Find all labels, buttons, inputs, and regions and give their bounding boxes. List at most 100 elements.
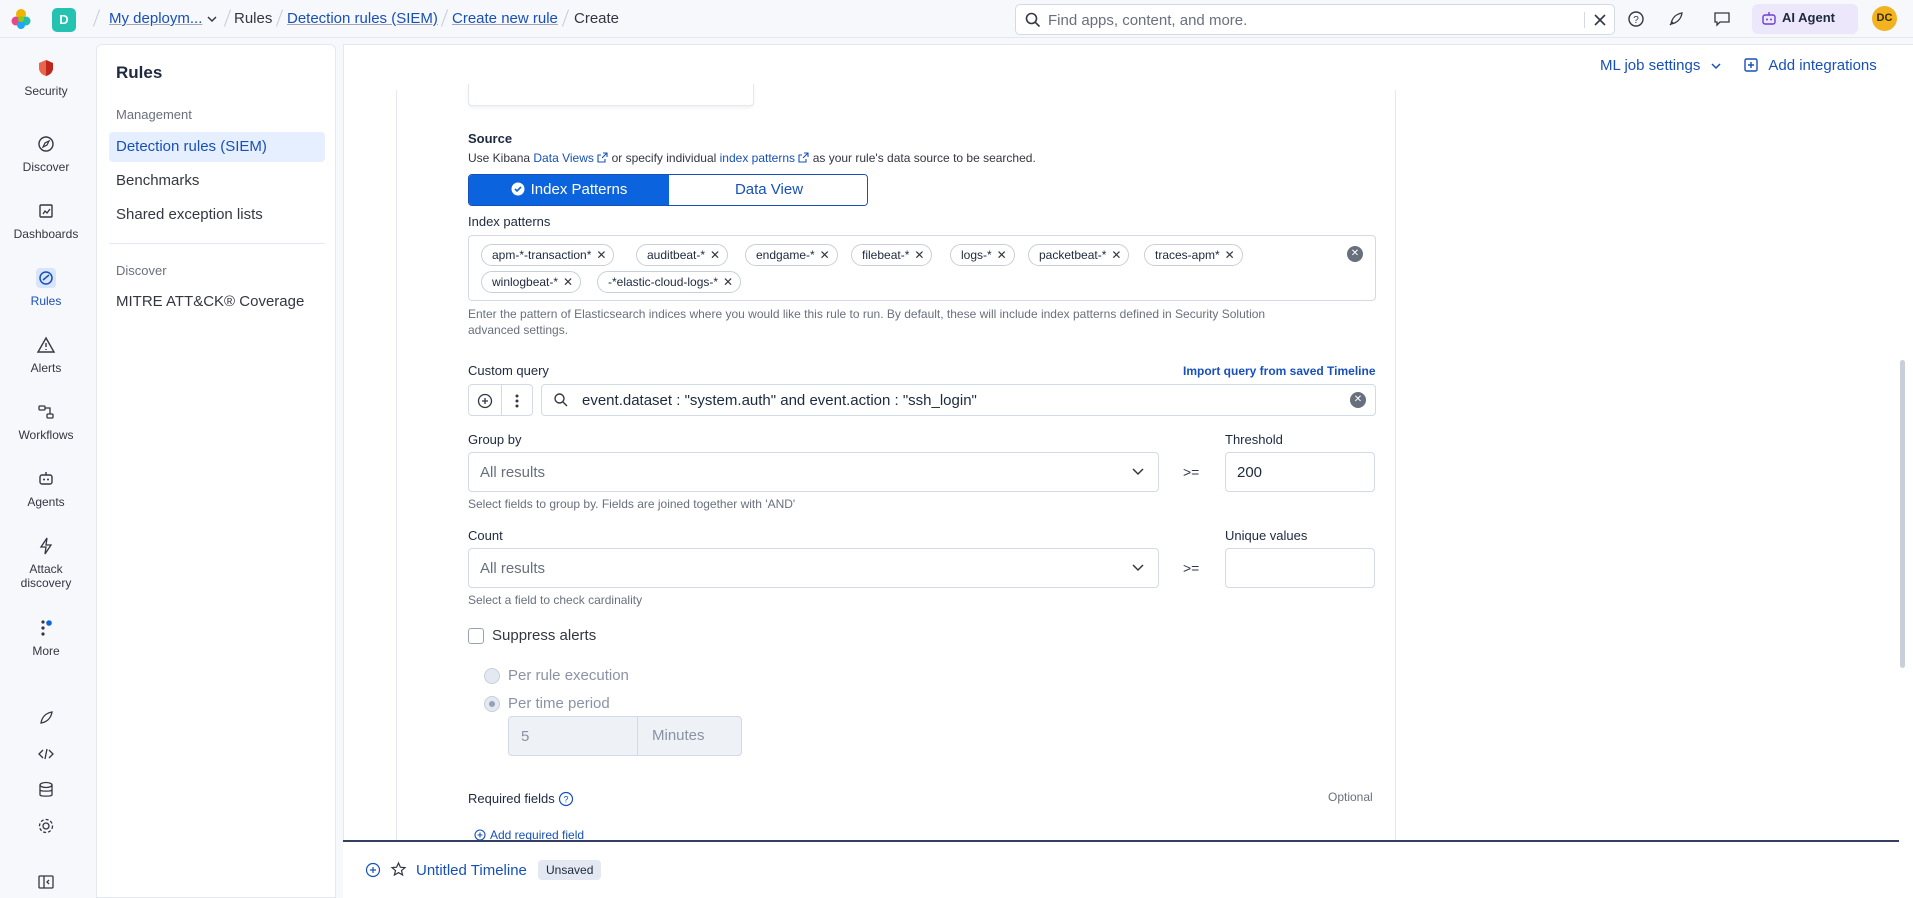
help-icon[interactable]: ? [1626,9,1646,29]
breadcrumb-separator [92,9,101,27]
group-by-placeholder: All results [480,464,546,481]
nav-alerts[interactable]: Alerts [0,335,92,375]
code-icon[interactable] [36,744,56,764]
warning-triangle-icon [36,335,56,355]
duration-unit-select[interactable]: Minutes [637,717,743,755]
global-search-input[interactable]: Find apps, content, and more. [1015,4,1615,35]
optional-label: Optional [1328,790,1373,804]
user-avatar[interactable]: DC [1872,6,1897,31]
nav-discover[interactable]: Discover [0,134,92,174]
remove-pill-icon[interactable]: ✕ [820,245,830,265]
query-value: event.dataset : "system.auth" and event.… [582,392,977,409]
suppression-duration-input[interactable]: 5 Minutes [508,716,742,756]
index-patterns-combobox[interactable]: apm-*-transaction* ✕ auditbeat-* ✕ endgame… [468,235,1376,301]
chevron-down-icon[interactable] [202,9,222,29]
count-field-select[interactable]: All results [468,548,1159,588]
nav-dashboards[interactable]: Dashboards [0,201,92,241]
close-icon[interactable] [1591,11,1609,29]
custom-query-input[interactable]: event.dataset : "system.auth" and event.… [541,384,1376,416]
remove-pill-icon[interactable]: ✕ [1111,245,1121,265]
suppress-alerts-checkbox[interactable] [468,628,484,644]
page-scrollbar[interactable] [1900,360,1905,668]
ml-job-settings-label: ML job settings [1600,57,1701,74]
side-nav-item-benchmarks[interactable]: Benchmarks [109,166,325,196]
dashboard-icon [36,201,56,221]
index-patterns-label: Index patterns [468,214,551,229]
per-time-period-radio[interactable] [484,696,500,712]
rocket-icon[interactable] [1666,9,1686,29]
integrations-icon [1743,57,1759,73]
index-pattern-pill: endgame-* ✕ [745,244,838,266]
group-by-help: Select fields to group by. Fields are jo… [468,497,796,511]
pill-label: logs-* [961,248,992,262]
gte-operator: >= [1183,464,1200,480]
remove-pill-icon[interactable]: ✕ [710,245,720,265]
query-actions-divider [501,385,502,415]
external-link-icon [798,152,809,163]
database-icon[interactable] [36,780,56,800]
rocket-icon[interactable] [36,708,56,728]
index-patterns-help-line-1: Enter the pattern of Elasticsearch indic… [468,307,1266,321]
ai-agent-button[interactable]: AI Agent [1752,4,1858,34]
ml-job-settings-button[interactable]: ML job settings [1600,57,1723,74]
breadcrumb-detection-rules[interactable]: Detection rules (SIEM) [287,10,438,27]
import-query-link[interactable]: Import query from saved Timeline [1183,364,1376,378]
tab-index-patterns[interactable]: Index Patterns [469,175,669,205]
timeline-title[interactable]: Untitled Timeline [416,862,527,879]
security-shield-icon [36,58,56,78]
chat-icon[interactable] [1712,9,1732,29]
breadcrumb-create-new-rule[interactable]: Create new rule [452,10,558,27]
elastic-logo-icon[interactable] [10,8,32,30]
collapse-nav-icon[interactable] [36,872,56,892]
help-icon[interactable]: ? [558,791,574,807]
per-time-period-label: Per time period [508,695,610,712]
star-icon[interactable] [390,861,407,878]
group-by-select[interactable]: All results [468,452,1159,492]
breadcrumb-rules[interactable]: Rules [234,10,272,27]
add-integrations-button[interactable]: Add integrations [1743,57,1877,74]
index-pattern-pill: traces-apm* ✕ [1144,244,1243,266]
threshold-input[interactable]: 200 [1225,452,1375,492]
index-patterns-link[interactable]: index patterns [720,151,795,165]
pill-label: winlogbeat-* [492,275,559,289]
clear-all-icon[interactable]: ✕ [1347,246,1363,262]
side-nav-item-detection-rules[interactable]: Detection rules (SIEM) [109,132,325,162]
timeline-flyout-bar: Untitled Timeline Unsaved [343,840,1899,898]
clear-query-icon[interactable]: ✕ [1350,392,1366,408]
suppress-alerts-label[interactable]: Suppress alerts [492,627,596,644]
nav-more[interactable]: More [0,618,92,658]
remove-pill-icon[interactable]: ✕ [596,245,606,265]
per-rule-execution-radio[interactable] [484,668,500,684]
pill-label: auditbeat-* [647,248,706,262]
nav-label: Attack [29,562,63,576]
space-avatar[interactable]: D [52,8,76,32]
vertical-dots-icon[interactable] [508,392,526,410]
unique-values-input[interactable] [1225,548,1375,588]
previous-card-remnant [468,84,754,106]
nav-agents[interactable]: Agents [0,469,92,509]
nav-label: Dashboards [13,227,79,241]
data-views-link[interactable]: Data Views [533,151,593,165]
remove-pill-icon[interactable]: ✕ [914,245,924,265]
nav-rules[interactable]: Rules [0,268,92,308]
remove-pill-icon[interactable]: ✕ [997,245,1007,265]
nav-attack-discovery[interactable]: Attack discovery [0,536,92,590]
threshold-label: Threshold [1225,432,1283,447]
discover-compass-icon [36,134,56,154]
nav-workflows[interactable]: Workflows [0,402,92,442]
remove-pill-icon[interactable]: ✕ [1225,245,1235,265]
add-filter-icon[interactable] [476,392,494,410]
remove-pill-icon[interactable]: ✕ [723,272,733,292]
nav-security[interactable]: Security [0,58,92,98]
side-nav-item-mitre-coverage[interactable]: MITRE ATT&CK® Coverage [109,287,325,317]
tab-data-view[interactable]: Data View [669,175,867,205]
gear-icon[interactable] [36,816,56,836]
add-timeline-icon[interactable] [365,862,381,878]
remove-pill-icon[interactable]: ✕ [563,272,573,292]
breadcrumb-deployment[interactable]: My deploym... [109,10,202,27]
count-help: Select a field to check cardinality [468,593,643,607]
side-nav-item-shared-exception-lists[interactable]: Shared exception lists [109,200,325,230]
nav-label: Agents [27,495,65,509]
search-placeholder: Find apps, content, and more. [1048,12,1248,29]
source-help-middle: or specify individual [611,151,717,165]
